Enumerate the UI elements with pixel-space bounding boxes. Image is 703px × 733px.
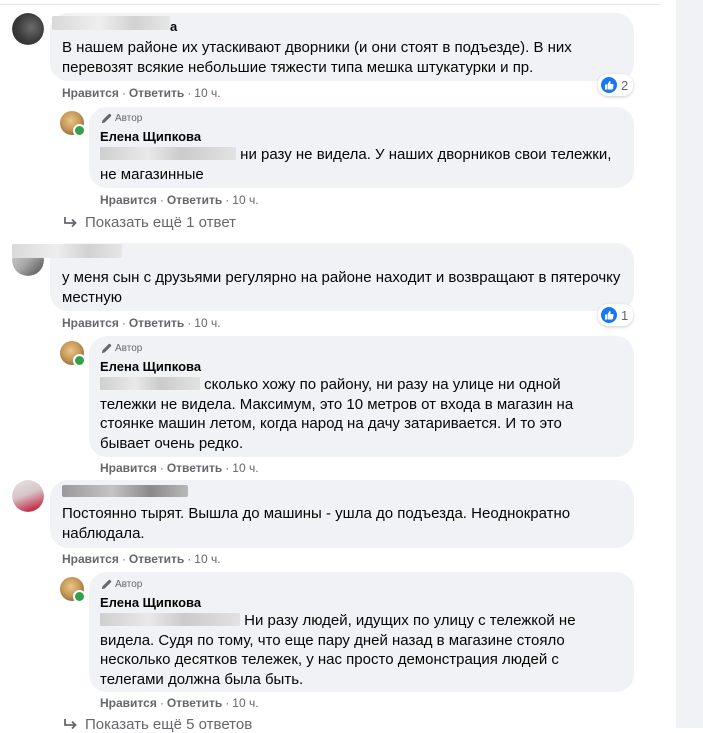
author-avatar[interactable] [60,111,86,137]
page-background-strip [676,0,703,728]
online-status-dot [73,124,86,137]
commenter-avatar[interactable] [12,13,44,45]
reaction-number: 1 [621,307,629,323]
pencil-icon [101,113,112,124]
like-icon [601,307,617,323]
top-divider [0,4,660,5]
reply-text: сколько хожу по району, ни разу на улице… [100,376,574,452]
reply-button[interactable]: Ответить [129,316,184,330]
commenter-name-redacted [52,16,170,30]
like-button[interactable]: Нравится [62,552,119,566]
reply-actions: Нравится · Ответить · 10 ч. [100,461,259,475]
author-name[interactable]: Елена Щипкова [100,359,201,374]
commenter-avatar[interactable] [12,480,44,512]
comment-actions: Нравится · Ответить · 10 ч. [62,86,221,100]
timestamp[interactable]: 10 ч. [194,552,220,566]
timestamp[interactable]: 10 ч. [232,696,258,710]
comment-actions: Нравится · Ответить · 10 ч. [62,316,221,330]
author-avatar[interactable] [60,341,86,367]
like-button[interactable]: Нравится [62,316,119,330]
commenter-name-tail[interactable]: а [170,19,177,34]
reaction-count[interactable]: 1 [598,304,634,326]
reply-button[interactable]: Ответить [129,552,184,566]
online-status-dot [73,590,86,603]
reply-actions: Нравится · Ответить · 10 ч. [100,696,259,710]
online-status-dot [73,354,86,367]
reply-text: Ни разу людей, идущих по улицу с тележко… [100,612,576,688]
commenter-name-redacted [62,485,188,497]
author-name[interactable]: Елена Щипкова [100,129,201,144]
reply-text: ни разу не видела. У наших дворников сво… [100,146,612,183]
like-button[interactable]: Нравится [100,696,157,710]
author-badge: Автор [101,343,142,354]
reaction-count[interactable]: 2 [598,74,634,96]
pencil-icon [101,343,112,354]
comment-text: Постоянно тырят. Вышла до машины - ушла … [62,505,571,542]
reply-arrow-icon [64,216,77,227]
reply-actions: Нравится · Ответить · 10 ч. [100,193,259,207]
show-more-replies[interactable]: Показать ещё 5 ответов [63,716,252,733]
author-badge: Автор [101,113,142,124]
reply-button[interactable]: Ответить [167,193,222,207]
reply-button[interactable]: Ответить [167,696,222,710]
reply-arrow-icon [64,718,77,729]
show-more-replies[interactable]: Показать ещё 1 ответ [63,214,236,231]
like-button[interactable]: Нравится [100,461,157,475]
comment-text: у меня сын с друзьями регулярно на район… [62,269,621,306]
pencil-icon [101,579,112,590]
comment-actions: Нравится · Ответить · 10 ч. [62,552,221,566]
reply-button[interactable]: Ответить [129,86,184,100]
comment-text: В нашем районе их утаскивают дворники (и… [62,39,572,76]
like-icon [601,77,617,93]
timestamp[interactable]: 10 ч. [232,461,258,475]
timestamp[interactable]: 10 ч. [194,86,220,100]
timestamp[interactable]: 10 ч. [194,316,220,330]
reaction-number: 2 [621,77,629,93]
reply-button[interactable]: Ответить [167,461,222,475]
author-badge: Автор [101,579,142,590]
mention-redacted[interactable] [100,613,240,626]
timestamp[interactable]: 10 ч. [232,193,258,207]
like-button[interactable]: Нравится [62,86,119,100]
author-avatar[interactable] [60,577,86,603]
mention-redacted[interactable] [100,377,200,390]
mention-redacted[interactable] [100,147,236,160]
like-button[interactable]: Нравится [100,193,157,207]
commenter-name-redacted [12,244,122,258]
author-name[interactable]: Елена Щипкова [100,595,201,610]
